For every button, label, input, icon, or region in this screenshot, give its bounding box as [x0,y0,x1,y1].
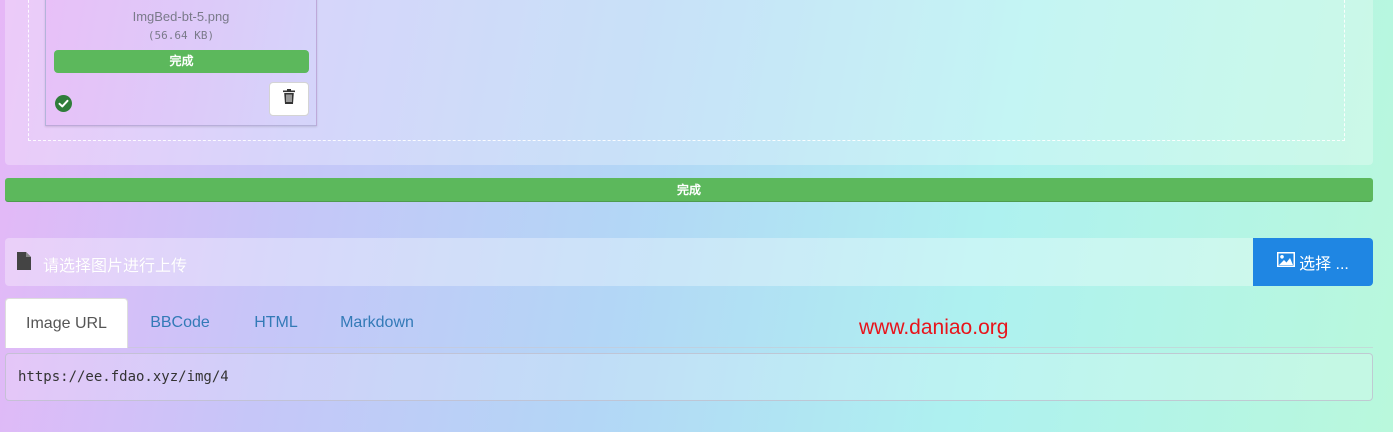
tabs-divider [128,347,1373,348]
upload-progress-bar: 完成 [5,178,1373,202]
tab-html[interactable]: HTML [236,298,316,348]
file-name: ImgBed-bt-5.png [132,9,230,24]
choose-button-label: 选择 ... [1299,256,1349,273]
file-preview-card: ImgBed-bt-5.png (56.64 KB) 完成 [45,0,317,126]
choose-image-button[interactable]: 选择 ... [1253,238,1373,286]
tab-bbcode[interactable]: BBCode [135,298,225,348]
image-icon [1277,252,1296,272]
image-url-output[interactable]: https://ee.fdao.xyz/img/4 [5,353,1373,401]
file-caption-bar: 请选择图片进行上传 [5,238,1253,286]
remove-file-button[interactable] [269,82,309,116]
tab-markdown[interactable]: Markdown [327,298,427,348]
trash-icon [283,89,295,109]
file-size: (56.64 KB) [147,29,215,42]
upload-caption: 请选择图片进行上传 [43,258,188,275]
file-progress-bar: 完成 [54,50,309,73]
link-format-tabs: Image URL BBCode HTML Markdown [5,298,1373,348]
tab-image-url[interactable]: Image URL [5,298,128,348]
watermark-text: www.daniao.org [859,316,1009,339]
check-circle-icon [55,95,72,112]
file-icon [17,252,31,270]
